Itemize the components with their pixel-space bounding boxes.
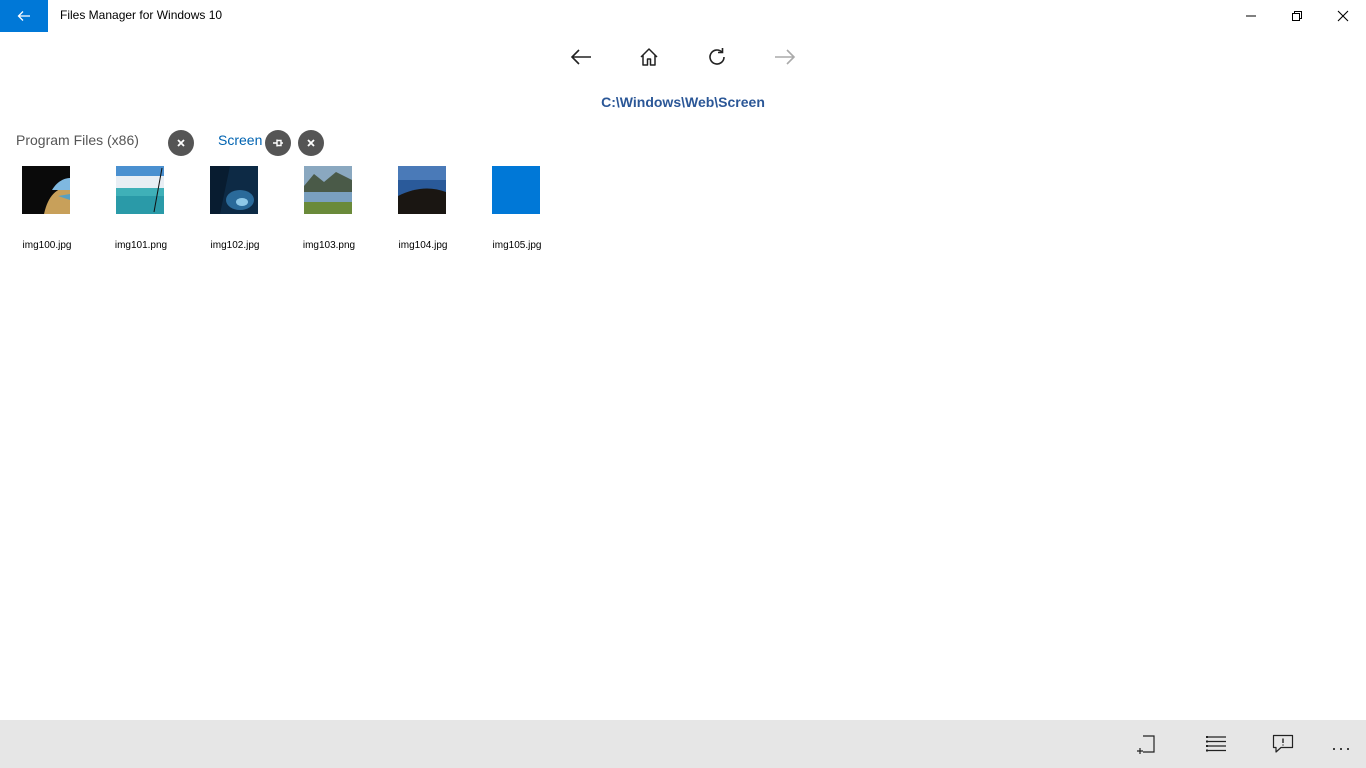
- navigation-bar: [0, 40, 1366, 74]
- file-name: img100.jpg: [22, 240, 72, 251]
- file-name: img103.png: [302, 240, 356, 251]
- nav-forward-button[interactable]: [765, 40, 805, 74]
- pin-icon: [273, 139, 283, 147]
- breadcrumb-program-files[interactable]: Program Files (x86): [16, 132, 139, 148]
- arrow-left-icon: [570, 49, 591, 65]
- image-thumbnail: [492, 166, 540, 214]
- app-back-button[interactable]: [0, 0, 48, 32]
- refresh-icon: [709, 48, 725, 65]
- file-item[interactable]: img105.jpg: [470, 166, 564, 256]
- file-name: img105.jpg: [492, 240, 542, 251]
- image-thumbnail: [22, 166, 70, 214]
- home-button[interactable]: [629, 40, 669, 74]
- image-thumbnail: [210, 166, 258, 214]
- feedback-button[interactable]: [1259, 728, 1307, 760]
- bottom-app-bar: ...: [0, 720, 1366, 768]
- close-icon: [307, 139, 315, 147]
- list-view-button[interactable]: [1192, 728, 1240, 760]
- close-window-button[interactable]: [1320, 0, 1366, 32]
- file-item[interactable]: img101.png: [94, 166, 188, 256]
- remove-program-files-button[interactable]: [168, 130, 194, 156]
- remove-screen-button[interactable]: [298, 130, 324, 156]
- file-item[interactable]: img102.jpg: [188, 166, 282, 256]
- image-thumbnail: [398, 166, 446, 214]
- file-item[interactable]: img103.png: [282, 166, 376, 256]
- new-folder-button[interactable]: [1124, 728, 1172, 760]
- pin-screen-button[interactable]: [265, 130, 291, 156]
- more-icon: ...: [1331, 733, 1353, 754]
- restore-icon: [1292, 11, 1302, 21]
- close-icon: [1337, 10, 1349, 22]
- more-options-button[interactable]: ...: [1318, 728, 1366, 760]
- home-icon: [640, 48, 658, 66]
- file-item[interactable]: img104.jpg: [376, 166, 470, 256]
- list-view-icon: [1206, 736, 1226, 752]
- feedback-icon: [1272, 734, 1294, 753]
- app-title: Files Manager for Windows 10: [60, 8, 223, 22]
- image-thumbnail: [116, 166, 164, 214]
- minimize-button[interactable]: [1228, 0, 1274, 32]
- arrow-right-icon: [775, 49, 796, 65]
- nav-back-button[interactable]: [561, 40, 601, 74]
- file-name: img104.jpg: [398, 240, 448, 251]
- restore-button[interactable]: [1274, 0, 1320, 32]
- close-icon: [177, 139, 185, 147]
- file-item[interactable]: img100.jpg: [0, 166, 94, 256]
- title-bar: Files Manager for Windows 10: [0, 0, 1366, 32]
- new-folder-icon: [1137, 735, 1155, 754]
- breadcrumb-screen[interactable]: Screen: [218, 132, 262, 148]
- arrow-left-icon: [17, 11, 30, 21]
- file-name: img102.jpg: [210, 240, 260, 251]
- file-name: img101.png: [114, 240, 168, 251]
- refresh-button[interactable]: [697, 40, 737, 74]
- minimize-icon: [1246, 15, 1256, 17]
- current-path: C:\Windows\Web\Screen: [601, 94, 765, 110]
- image-thumbnail: [304, 166, 352, 214]
